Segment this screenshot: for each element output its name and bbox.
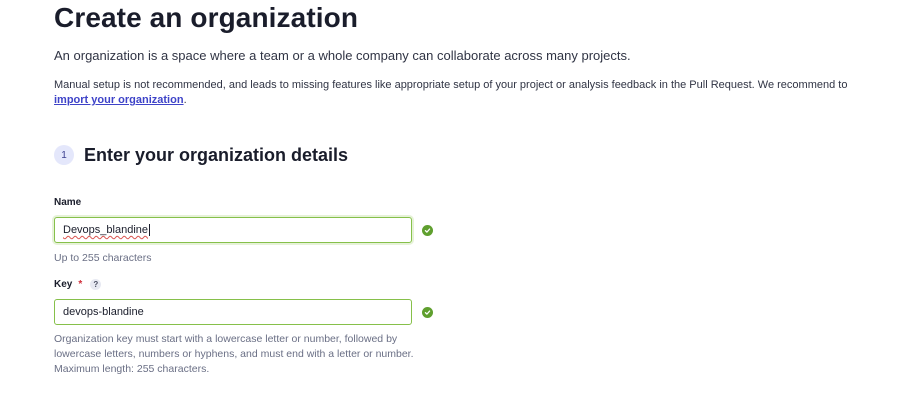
page-subtitle: An organization is a space where a team … bbox=[54, 48, 631, 63]
key-input-value: devops-blandine bbox=[63, 306, 144, 318]
name-input[interactable]: Devops_blandine bbox=[54, 217, 412, 243]
text-caret bbox=[149, 224, 151, 236]
key-label: Key * ? bbox=[54, 279, 102, 290]
name-label: Name bbox=[54, 197, 81, 208]
name-input-value: Devops_blandine bbox=[63, 224, 149, 236]
name-hint: Up to 255 characters bbox=[54, 252, 152, 264]
name-valid-check-icon bbox=[422, 225, 433, 236]
notice-end: . bbox=[183, 94, 187, 106]
help-icon[interactable]: ? bbox=[90, 279, 102, 290]
key-label-text: Key bbox=[54, 279, 73, 290]
name-label-text: Name bbox=[54, 197, 82, 208]
import-organization-link[interactable]: import your organization bbox=[54, 94, 184, 106]
page-title: Create an organization bbox=[54, 2, 359, 33]
key-valid-check-icon bbox=[422, 307, 433, 318]
manual-setup-notice: Manual setup is not recommended, and lea… bbox=[54, 78, 864, 108]
step-title: Enter your organization details bbox=[84, 144, 349, 165]
required-marker: * bbox=[78, 279, 83, 290]
notice-text: Manual setup is not recommended, and lea… bbox=[54, 79, 848, 91]
key-hint: Organization key must start with a lower… bbox=[54, 333, 414, 375]
key-input[interactable]: devops-blandine bbox=[54, 299, 412, 325]
step-header: 1 Enter your organization details bbox=[54, 143, 348, 167]
step-number-badge: 1 bbox=[54, 145, 74, 165]
